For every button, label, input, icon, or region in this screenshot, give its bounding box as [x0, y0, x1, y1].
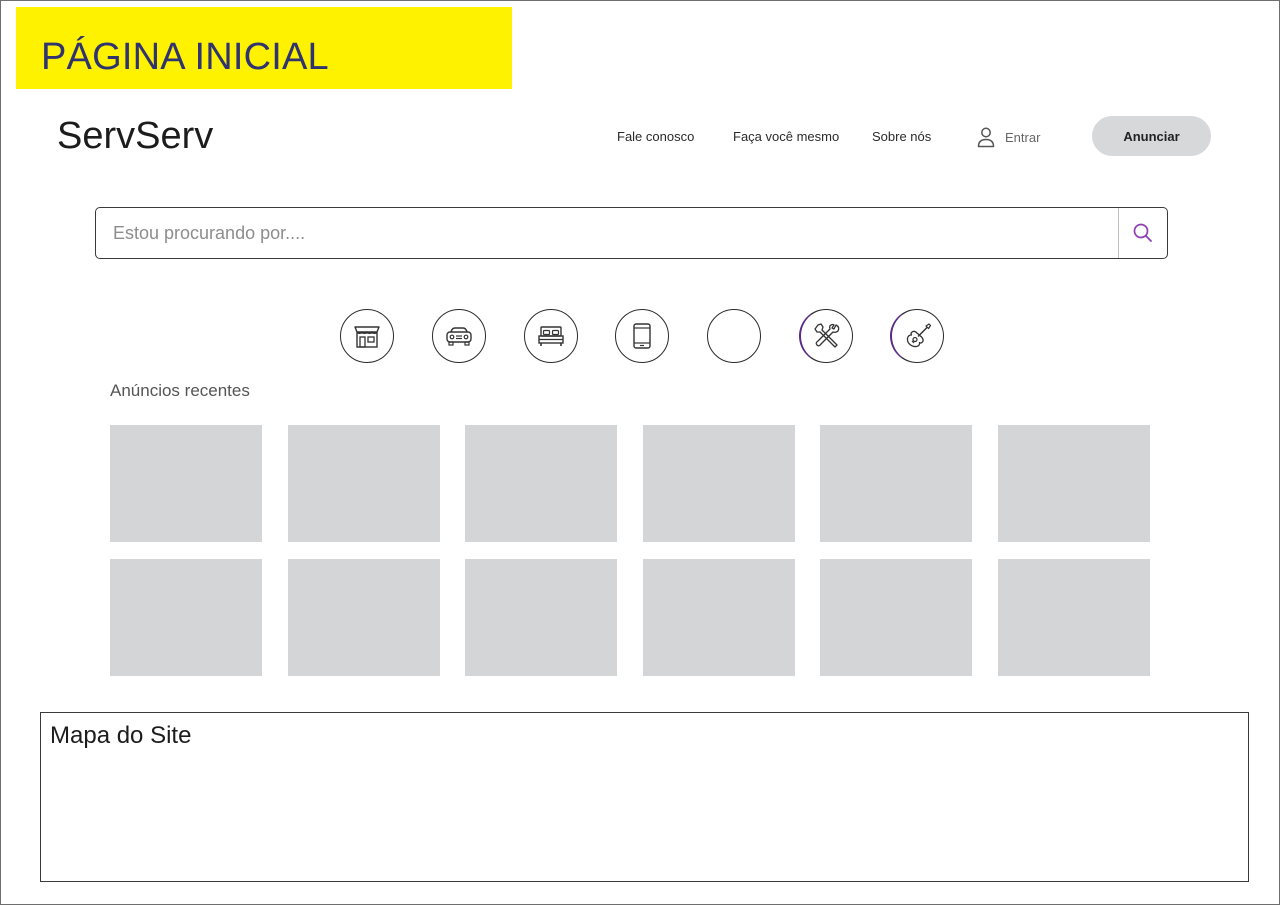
bed-icon	[538, 326, 564, 346]
site-logo[interactable]: ServServ	[57, 114, 213, 158]
recent-ad-thumbnail[interactable]	[998, 559, 1150, 676]
recent-ad-thumbnail[interactable]	[288, 425, 440, 542]
nav-diy-link[interactable]: Faça você mesmo	[733, 129, 839, 145]
sitemap-title: Mapa do Site	[50, 722, 192, 749]
category-blank[interactable]	[707, 309, 761, 363]
search-bar	[95, 207, 1168, 259]
recent-ad-thumbnail[interactable]	[643, 425, 795, 542]
recent-ad-thumbnail[interactable]	[998, 425, 1150, 542]
nav-about-link[interactable]: Sobre nós	[872, 129, 931, 145]
page-label-text: PÁGINA INICIAL	[41, 36, 329, 78]
recent-ad-thumbnail[interactable]	[110, 425, 262, 542]
category-music[interactable]	[890, 309, 944, 363]
search-icon	[1133, 223, 1152, 242]
recent-ad-thumbnail[interactable]	[820, 559, 972, 676]
category-store[interactable]	[340, 309, 394, 363]
login-link[interactable]: Entrar	[976, 125, 1040, 149]
recent-ad-thumbnail[interactable]	[465, 559, 617, 676]
car-icon	[446, 327, 472, 346]
recent-ad-thumbnail[interactable]	[643, 559, 795, 676]
anunciar-button[interactable]: Anunciar	[1092, 116, 1211, 156]
category-services[interactable]	[799, 309, 853, 363]
category-electronics[interactable]	[615, 309, 669, 363]
tools-icon	[813, 323, 839, 348]
recent-ad-thumbnail[interactable]	[288, 559, 440, 676]
tablet-icon	[633, 323, 651, 349]
login-label: Entrar	[1005, 129, 1041, 145]
recent-ad-thumbnail[interactable]	[110, 559, 262, 676]
sitemap-footer: Mapa do Site	[40, 712, 1249, 882]
nav-contact-link[interactable]: Fale conosco	[617, 129, 694, 145]
guitar-icon	[906, 323, 931, 348]
blank-icon	[719, 321, 749, 351]
category-vehicles[interactable]	[432, 309, 486, 363]
recent-ad-thumbnail[interactable]	[820, 425, 972, 542]
page-label-banner: PÁGINA INICIAL	[16, 7, 512, 89]
user-icon	[977, 127, 995, 148]
store-icon	[354, 326, 380, 348]
search-input[interactable]	[96, 208, 1118, 258]
search-button[interactable]	[1119, 208, 1167, 258]
recent-ad-thumbnail[interactable]	[465, 425, 617, 542]
recent-ads-heading: Anúncios recentes	[110, 381, 250, 400]
category-home[interactable]	[524, 309, 578, 363]
